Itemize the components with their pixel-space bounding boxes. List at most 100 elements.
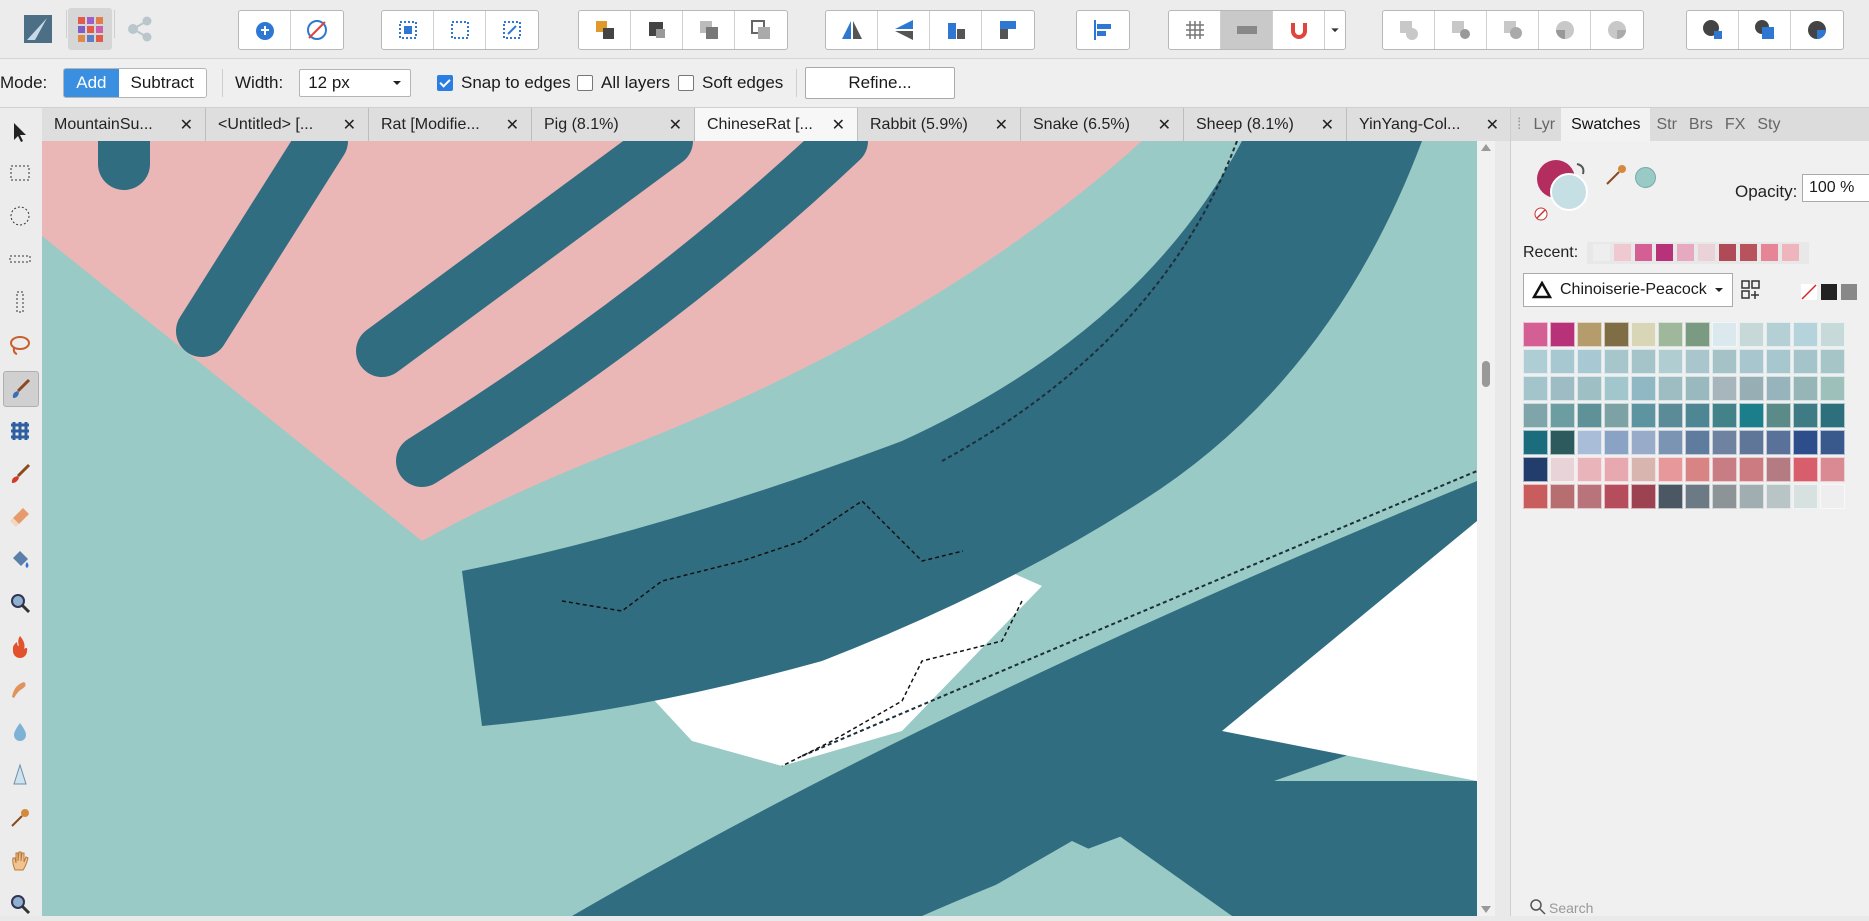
color-swatch[interactable]: [1523, 457, 1548, 482]
color-swatch[interactable]: [1685, 430, 1710, 455]
pixel-persona-icon[interactable]: [68, 8, 112, 50]
color-swatch[interactable]: [1631, 484, 1656, 509]
color-swatch[interactable]: [1577, 376, 1602, 401]
color-swatch[interactable]: [1712, 484, 1737, 509]
divide-icon[interactable]: [1591, 11, 1643, 49]
color-swatch[interactable]: [1550, 484, 1575, 509]
front-icon[interactable]: [1739, 11, 1791, 49]
color-swatch[interactable]: [1766, 322, 1791, 347]
color-swatch[interactable]: [1577, 349, 1602, 374]
subtract-icon[interactable]: [1435, 11, 1487, 49]
xor-icon[interactable]: [1539, 11, 1591, 49]
color-swatch[interactable]: [1739, 457, 1764, 482]
color-swatch[interactable]: [1685, 322, 1710, 347]
close-icon[interactable]: ✕: [1158, 115, 1171, 135]
close-icon[interactable]: ✕: [669, 115, 682, 135]
sharpen-brush-icon[interactable]: [3, 758, 37, 792]
color-swatch[interactable]: [1820, 484, 1845, 509]
pie-icon[interactable]: [1791, 11, 1843, 49]
color-swatch[interactable]: [1658, 322, 1683, 347]
tab-swatches[interactable]: Swatches: [1561, 108, 1651, 141]
tab-stroke[interactable]: Str: [1650, 116, 1682, 134]
color-swatch[interactable]: [1739, 403, 1764, 428]
color-swatch[interactable]: [1631, 349, 1656, 374]
color-swatch[interactable]: [1820, 430, 1845, 455]
invert-selection-icon[interactable]: [486, 11, 538, 49]
color-swatch[interactable]: [1658, 403, 1683, 428]
color-swatch[interactable]: [1766, 457, 1791, 482]
palette-menu-icon[interactable]: [1739, 278, 1765, 302]
flip-horizontal-icon[interactable]: [826, 11, 878, 49]
soft-edges-checkbox[interactable]: Soft edges: [678, 59, 783, 107]
recent-color-swatch[interactable]: [1719, 244, 1736, 261]
recent-color-swatch[interactable]: [1740, 244, 1757, 261]
color-swatch[interactable]: [1685, 349, 1710, 374]
recent-color-swatch[interactable]: [1698, 244, 1715, 261]
mode-subtract-button[interactable]: Subtract: [118, 69, 206, 97]
color-swatch[interactable]: [1604, 430, 1629, 455]
color-swatch[interactable]: [1550, 430, 1575, 455]
flood-fill-icon[interactable]: [3, 543, 37, 577]
tab-layers[interactable]: Lyr: [1527, 116, 1561, 134]
color-swatch[interactable]: [1523, 376, 1548, 401]
color-swatch[interactable]: [1631, 376, 1656, 401]
magnet-icon[interactable]: [1273, 11, 1325, 49]
color-swatch[interactable]: [1658, 430, 1683, 455]
color-swatch[interactable]: [1577, 403, 1602, 428]
color-swatch[interactable]: [1604, 322, 1629, 347]
color-swatch[interactable]: [1523, 322, 1548, 347]
rotate-left-icon[interactable]: [930, 11, 982, 49]
color-swatch[interactable]: [1604, 403, 1629, 428]
designer-persona-icon[interactable]: [16, 8, 60, 50]
color-picker-icon[interactable]: [3, 801, 37, 835]
color-swatch[interactable]: [1820, 349, 1845, 374]
tab-fx[interactable]: FX: [1719, 116, 1751, 134]
tab-mountainsu[interactable]: MountainSu... ✕: [42, 108, 206, 141]
recent-color-swatch[interactable]: [1635, 244, 1652, 261]
color-swatch[interactable]: [1820, 376, 1845, 401]
color-swatch[interactable]: [1685, 457, 1710, 482]
dropdown-arrow-icon[interactable]: [1325, 11, 1345, 49]
color-swatch[interactable]: [1658, 349, 1683, 374]
color-swatch[interactable]: [1793, 457, 1818, 482]
color-swatch[interactable]: [1712, 430, 1737, 455]
color-swatch[interactable]: [1739, 484, 1764, 509]
move-to-back-icon[interactable]: [735, 11, 787, 49]
close-icon[interactable]: ✕: [1321, 115, 1334, 135]
row-marquee-icon[interactable]: [3, 242, 37, 276]
mode-add-button[interactable]: Add: [64, 69, 119, 97]
close-icon[interactable]: ✕: [995, 115, 1008, 135]
color-swatch[interactable]: [1739, 322, 1764, 347]
tab-pig[interactable]: Pig (8.1%) ✕: [532, 108, 695, 141]
color-swatch[interactable]: [1604, 484, 1629, 509]
color-swatch[interactable]: [1550, 457, 1575, 482]
vertical-scrollbar[interactable]: [1477, 141, 1495, 916]
color-swatch[interactable]: [1631, 457, 1656, 482]
move-forward-icon[interactable]: [631, 11, 683, 49]
color-swatch[interactable]: [1577, 322, 1602, 347]
all-layers-check[interactable]: [577, 75, 593, 91]
color-swatch[interactable]: [1793, 376, 1818, 401]
deselect-icon[interactable]: [434, 11, 486, 49]
color-swatch[interactable]: [1604, 349, 1629, 374]
color-swatch[interactable]: [1577, 484, 1602, 509]
color-swatch[interactable]: [1550, 349, 1575, 374]
opacity-field[interactable]: 100 %: [1802, 174, 1869, 202]
color-swatch[interactable]: [1631, 403, 1656, 428]
color-swatch[interactable]: [1658, 484, 1683, 509]
refine-button[interactable]: Refine...: [805, 67, 955, 99]
color-swatch[interactable]: [1550, 376, 1575, 401]
color-swatch[interactable]: [1766, 484, 1791, 509]
recent-color-swatch[interactable]: [1614, 244, 1631, 261]
rectangular-marquee-icon[interactable]: [3, 156, 37, 190]
color-swatch[interactable]: [1658, 457, 1683, 482]
recent-color-swatch[interactable]: [1593, 244, 1610, 261]
selection-brush-icon[interactable]: [3, 371, 39, 407]
color-swatch[interactable]: [1577, 430, 1602, 455]
flip-vertical-icon[interactable]: [878, 11, 930, 49]
color-swatch[interactable]: [1631, 430, 1656, 455]
recent-color-swatch[interactable]: [1677, 244, 1694, 261]
intersect-icon[interactable]: [1487, 11, 1539, 49]
all-layers-checkbox[interactable]: All layers: [577, 59, 670, 107]
width-combo[interactable]: 12 px: [299, 69, 412, 97]
